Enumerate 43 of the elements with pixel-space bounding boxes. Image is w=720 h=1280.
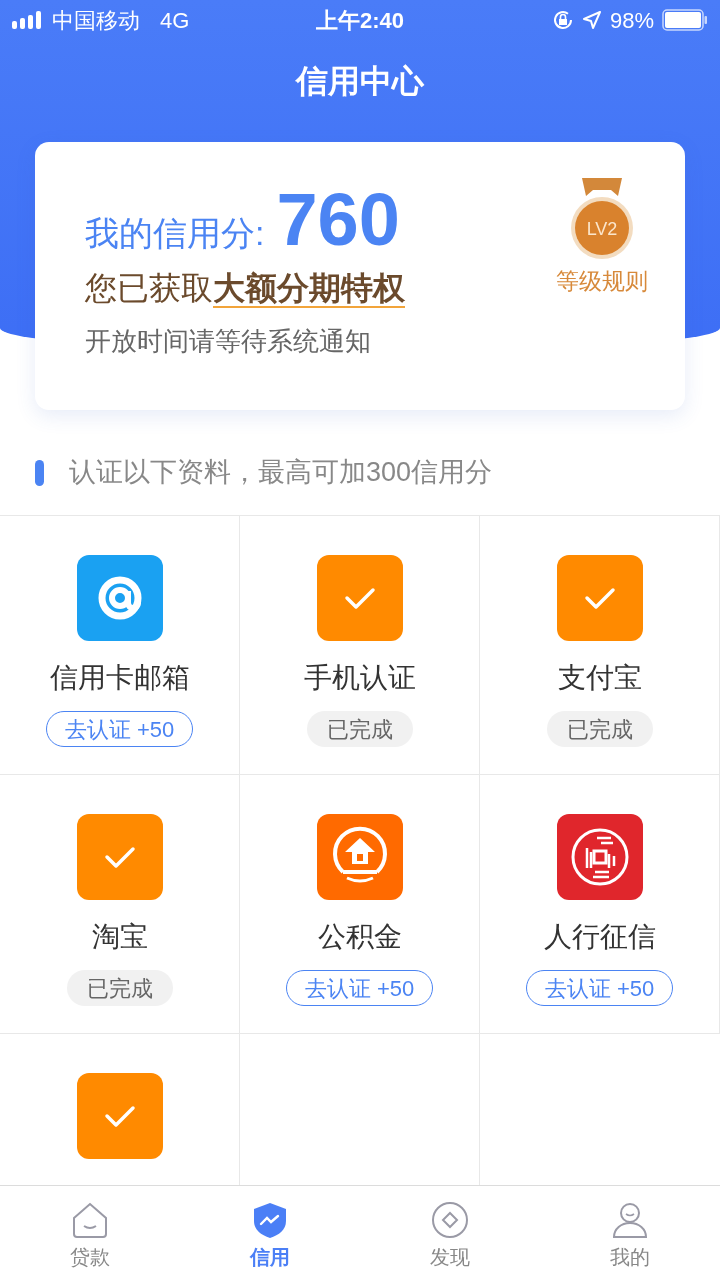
- item-title: 公积金: [317, 920, 402, 954]
- checkmark-icon[interactable]: [556, 555, 643, 641]
- signal-icon: [12, 11, 44, 29]
- seal-emblem-icon[interactable]: [556, 814, 643, 900]
- user-icon: [610, 1200, 650, 1240]
- completed-badge[interactable]: 已完成: [306, 711, 413, 747]
- tab-item[interactable]: 贷款: [0, 1186, 180, 1280]
- clock-time: 上午2:40: [315, 6, 404, 35]
- checkmark-icon[interactable]: [76, 814, 163, 900]
- tab-item[interactable]: 信用: [180, 1186, 360, 1280]
- location-icon: [581, 10, 602, 30]
- item-title: 手机认证: [303, 661, 416, 695]
- item-title: 信用卡邮箱: [49, 661, 190, 695]
- credit-score: 760: [276, 180, 400, 260]
- level-medal: LV2: [570, 176, 634, 262]
- tab-item[interactable]: 我的: [540, 1186, 720, 1280]
- compass-icon: [430, 1200, 470, 1240]
- item-title: 支付宝: [557, 661, 642, 695]
- network-type: 4G: [160, 6, 190, 35]
- section-marker: [35, 459, 44, 486]
- house-icon: [70, 1200, 110, 1240]
- level-rules-link[interactable]: 等级规则: [556, 264, 648, 299]
- battery-percent: 98%: [609, 6, 654, 35]
- completed-badge[interactable]: 已完成: [546, 711, 653, 747]
- item-title: 人行征信: [543, 920, 656, 954]
- battery-icon: [662, 9, 708, 31]
- item-title: 淘宝: [91, 920, 148, 954]
- rotation-lock-icon: [551, 9, 574, 31]
- house-emblem-icon[interactable]: [316, 814, 403, 900]
- notice-text: 开放时间请等待系统通知: [85, 325, 372, 358]
- verify-button[interactable]: 去认证 +50: [525, 970, 674, 1006]
- email-icon[interactable]: [76, 555, 163, 641]
- checkmark-icon[interactable]: [76, 1073, 163, 1159]
- carrier-name: 中国移动: [52, 6, 140, 35]
- score-label: 我的信用分:: [85, 213, 265, 254]
- completed-badge[interactable]: 已完成: [66, 970, 173, 1006]
- tab-item[interactable]: 发现: [360, 1186, 540, 1280]
- checkmark-icon[interactable]: [316, 555, 403, 641]
- verify-button[interactable]: 去认证 +50: [45, 711, 194, 747]
- page-title: 信用中心: [296, 62, 424, 101]
- privilege-text: 您已获取大额分期特权: [85, 269, 405, 310]
- section-title: 认证以下资料，最高可加300信用分: [69, 456, 493, 490]
- verify-button[interactable]: 去认证 +50: [285, 970, 434, 1006]
